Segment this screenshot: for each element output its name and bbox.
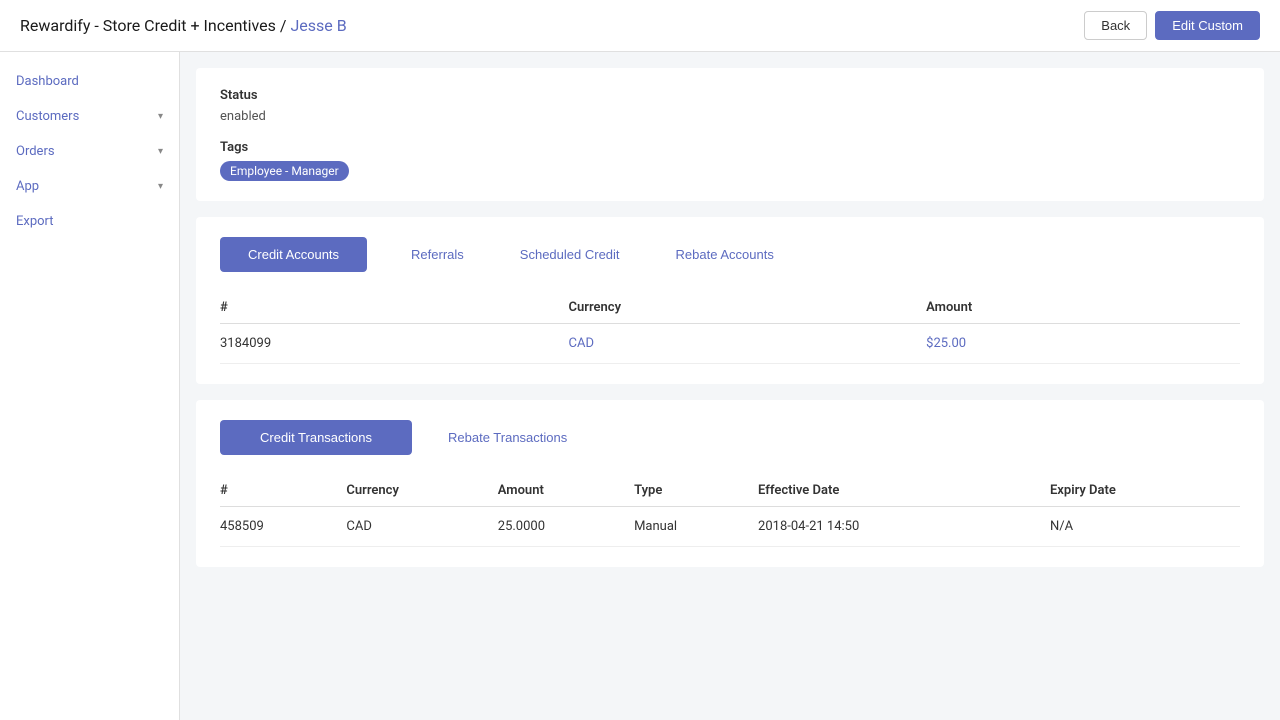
tags-label: Tags — [220, 140, 1240, 155]
sidebar-label-export: Export — [16, 214, 54, 229]
tab-credit-transactions[interactable]: Credit Transactions — [220, 420, 412, 455]
cell-currency: CAD — [346, 507, 497, 547]
trans-col-amount: Amount — [498, 475, 634, 507]
sidebar-label-orders: Orders — [16, 144, 55, 159]
header-actions: Back Edit Custom — [1084, 11, 1260, 40]
tab-rebate-accounts[interactable]: Rebate Accounts — [648, 237, 802, 272]
credit-accounts-table: # Currency Amount 3184099 CAD $25.00 — [220, 292, 1240, 364]
tab-referrals[interactable]: Referrals — [383, 237, 492, 272]
back-button[interactable]: Back — [1084, 11, 1147, 40]
cell-expiry-date: N/A — [1050, 507, 1240, 547]
cell-currency[interactable]: CAD — [569, 324, 927, 364]
app-name: Rewardify - Store Credit + Incentives — [20, 16, 276, 35]
layout: Dashboard Customers ▾ Orders ▾ App ▾ Exp… — [0, 52, 1280, 720]
col-header-id: # — [220, 292, 569, 324]
chevron-down-icon: ▾ — [158, 111, 163, 122]
credit-accounts-card: Credit Accounts Referrals Scheduled Cred… — [196, 217, 1264, 384]
trans-col-currency: Currency — [346, 475, 497, 507]
sidebar-label-app: App — [16, 179, 39, 194]
credit-accounts-tabs: Credit Accounts Referrals Scheduled Cred… — [220, 237, 1240, 272]
trans-col-type: Type — [634, 475, 758, 507]
sidebar-item-dashboard[interactable]: Dashboard — [0, 64, 179, 99]
header: Rewardify - Store Credit + Incentives / … — [0, 0, 1280, 52]
cell-effective-date: 2018-04-21 14:50 — [758, 507, 1050, 547]
col-header-amount: Amount — [926, 292, 1240, 324]
trans-col-expiry-date: Expiry Date — [1050, 475, 1240, 507]
transactions-tabs: Credit Transactions Rebate Transactions — [220, 420, 1240, 455]
main-content: Status enabled Tags Employee - Manager C… — [180, 52, 1280, 720]
app-title: Rewardify - Store Credit + Incentives / … — [20, 16, 347, 35]
sidebar-item-export[interactable]: Export — [0, 204, 179, 239]
table-row: 458509 CAD 25.0000 Manual 2018-04-21 14:… — [220, 507, 1240, 547]
sidebar: Dashboard Customers ▾ Orders ▾ App ▾ Exp… — [0, 52, 180, 720]
edit-customer-button[interactable]: Edit Custom — [1155, 11, 1260, 40]
tag-badge: Employee - Manager — [220, 161, 349, 181]
trans-col-id: # — [220, 475, 346, 507]
customer-name: Jesse B — [290, 16, 346, 35]
trans-col-effective-date: Effective Date — [758, 475, 1050, 507]
table-row: 3184099 CAD $25.00 — [220, 324, 1240, 364]
tags-container: Employee - Manager — [220, 161, 1240, 181]
cell-amount: 25.0000 — [498, 507, 634, 547]
transactions-card: Credit Transactions Rebate Transactions … — [196, 400, 1264, 567]
status-card: Status enabled Tags Employee - Manager — [196, 68, 1264, 201]
status-label: Status — [220, 88, 1240, 103]
transactions-table: # Currency Amount Type Effective Date Ex… — [220, 475, 1240, 547]
sidebar-item-orders[interactable]: Orders ▾ — [0, 134, 179, 169]
tab-scheduled-credit[interactable]: Scheduled Credit — [492, 237, 648, 272]
sidebar-label-customers: Customers — [16, 109, 79, 124]
tab-credit-accounts[interactable]: Credit Accounts — [220, 237, 367, 272]
cell-amount[interactable]: $25.00 — [926, 324, 1240, 364]
sidebar-item-customers[interactable]: Customers ▾ — [0, 99, 179, 134]
tab-rebate-transactions[interactable]: Rebate Transactions — [428, 420, 587, 455]
chevron-down-icon: ▾ — [158, 146, 163, 157]
cell-type: Manual — [634, 507, 758, 547]
sidebar-label-dashboard: Dashboard — [16, 74, 79, 89]
col-header-currency: Currency — [569, 292, 927, 324]
sidebar-item-app[interactable]: App ▾ — [0, 169, 179, 204]
cell-id: 3184099 — [220, 324, 569, 364]
cell-id: 458509 — [220, 507, 346, 547]
breadcrumb-separator: / — [280, 16, 291, 35]
chevron-down-icon: ▾ — [158, 181, 163, 192]
status-value: enabled — [220, 109, 1240, 124]
